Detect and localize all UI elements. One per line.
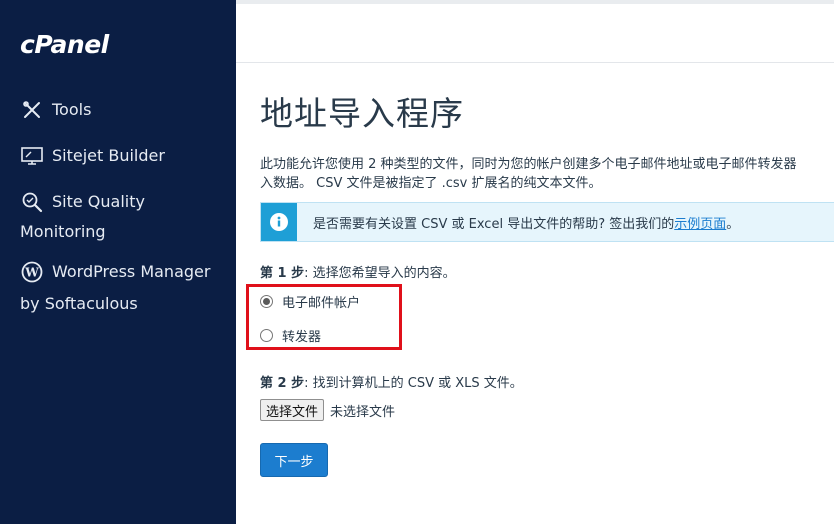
info-text: 是否需要有关设置 CSV 或 Excel 导出文件的帮助? 签出我们的	[313, 216, 675, 232]
sidebar-item-label-line2[interactable]: by Softaculous	[20, 289, 138, 319]
sidebar-item-sitejet-builder[interactable]: Sitejet Builder	[20, 141, 165, 171]
main-content: 地址导入程序 此功能允许您使用 2 种类型的文件，同时为您的帐户创建多个电子邮件…	[236, 63, 834, 524]
step-1-text: : 选择您希望导入的内容。	[304, 266, 456, 281]
next-button[interactable]: 下一步	[260, 443, 328, 477]
top-bar	[236, 0, 834, 63]
info-suffix: 。	[726, 216, 740, 232]
cpanel-logo[interactable]: cPanel	[20, 30, 109, 59]
sitejet-builder-icon	[20, 144, 44, 168]
file-input: 选择文件 未选择文件	[260, 399, 395, 421]
info-icon	[261, 203, 297, 241]
step-2-text: : 找到计算机上的 CSV 或 XLS 文件。	[304, 376, 523, 391]
example-page-link[interactable]: 示例页面	[674, 217, 726, 232]
sidebar-item-site-quality[interactable]: Site Quality	[20, 187, 145, 217]
sidebar-item-label: Site Quality	[52, 192, 145, 211]
sidebar-item-tools[interactable]: Tools	[20, 95, 91, 125]
sidebar-item-label: Sitejet Builder	[52, 146, 165, 165]
site-quality-icon	[20, 190, 44, 214]
description-line-1: 此功能允许您使用 2 种类型的文件，同时为您的帐户创建多个电子邮件地址或电子邮件…	[260, 157, 797, 172]
sidebar-item-label: WordPress Manager	[52, 262, 211, 281]
tools-icon	[20, 98, 44, 122]
choose-file-button[interactable]: 选择文件	[260, 399, 325, 421]
sidebar-item-wordpress-manager[interactable]: W WordPress Manager	[20, 257, 210, 287]
file-status: 未选择文件	[330, 404, 396, 420]
page-description: 此功能允许您使用 2 种类型的文件，同时为您的帐户创建多个电子邮件地址或电子邮件…	[260, 155, 834, 193]
step-2-prefix: 第 2 步	[260, 376, 305, 391]
red-highlight-box	[246, 284, 402, 350]
page-title: 地址导入程序	[260, 94, 464, 133]
svg-text:W: W	[24, 266, 39, 280]
step-1-label: 第 1 步: 选择您希望导入的内容。	[260, 262, 456, 281]
step-1-prefix: 第 1 步	[260, 266, 305, 281]
sidebar-item-label-line2[interactable]: Monitoring	[20, 217, 106, 247]
top-strip	[236, 0, 834, 4]
info-alert: 是否需要有关设置 CSV 或 Excel 导出文件的帮助? 签出我们的示例页面。	[260, 202, 834, 242]
wordpress-icon: W	[20, 260, 44, 284]
description-line-2: 入数据。 CSV 文件是被指定了 .csv 扩展名的纯文本文件。	[260, 176, 602, 191]
sidebar-item-label: Tools	[52, 100, 92, 119]
sidebar: cPanel Tools Sitejet Builder Site Qualit…	[0, 0, 236, 524]
step-2-label: 第 2 步: 找到计算机上的 CSV 或 XLS 文件。	[260, 372, 523, 391]
